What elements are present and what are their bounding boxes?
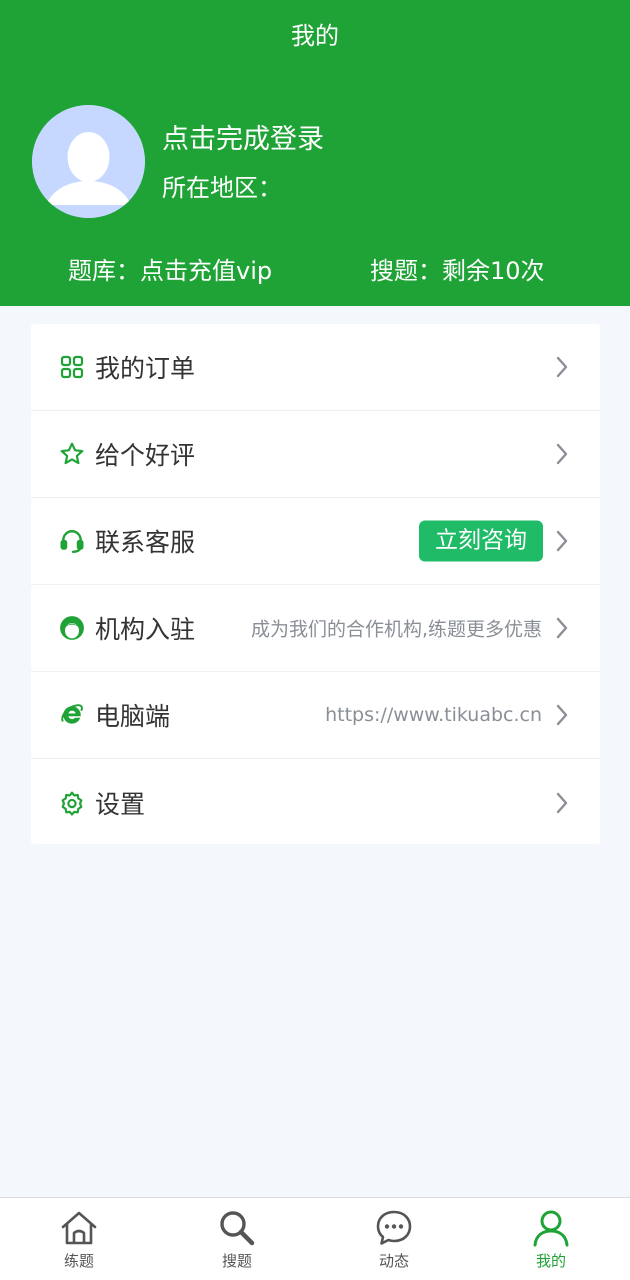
home-icon bbox=[61, 1211, 97, 1245]
menu-item-institution[interactable]: 机构入驻 成为我们的合作机构,练题更多优惠 bbox=[31, 585, 600, 672]
headset-icon bbox=[59, 528, 85, 554]
user-icon bbox=[533, 1210, 569, 1247]
menu-item-label: 我的订单 bbox=[95, 354, 196, 383]
menu-item-orders[interactable]: 我的订单 bbox=[31, 324, 600, 411]
tab-feed[interactable]: 动态 bbox=[315, 1198, 473, 1280]
avatar[interactable] bbox=[32, 105, 145, 218]
chat-icon bbox=[376, 1210, 412, 1245]
menu-item-label: 电脑端 bbox=[95, 702, 171, 731]
menu-item-settings[interactable]: 设置 bbox=[31, 759, 600, 846]
profile-header: 我的 点击完成登录 所在地区： 题库：点击充值vip 搜题：剩余10次 bbox=[0, 0, 630, 306]
tab-label: 练题 bbox=[63, 1252, 94, 1270]
desktop-url[interactable]: https://www.tikuabc.cn bbox=[325, 704, 542, 726]
tab-search[interactable]: 搜题 bbox=[158, 1198, 316, 1280]
tab-label: 动态 bbox=[378, 1252, 409, 1270]
grid-icon bbox=[59, 354, 85, 380]
chevron-right-icon bbox=[556, 356, 568, 378]
person-icon bbox=[59, 615, 85, 641]
tab-label: 搜题 bbox=[221, 1252, 252, 1270]
search-icon bbox=[220, 1211, 255, 1246]
default-avatar-icon bbox=[32, 105, 145, 218]
region-label: 所在地区： bbox=[162, 174, 282, 202]
search-quota: 搜题：剩余10次 bbox=[370, 257, 545, 285]
profile-page: 我的 点击完成登录 所在地区： 题库：点击充值vip 搜题：剩余10次 我的订单… bbox=[0, 0, 630, 1280]
ie-icon bbox=[59, 702, 85, 728]
menu-list: 我的订单 给个好评 联系客服 立刻咨询 机构入驻 成为我们的合作机构,练题更多优… bbox=[31, 324, 600, 844]
login-prompt[interactable]: 点击完成登录 bbox=[162, 120, 324, 160]
consult-now-button[interactable]: 立刻咨询 bbox=[419, 520, 543, 562]
menu-item-desktop[interactable]: 电脑端 https://www.tikuabc.cn bbox=[31, 672, 600, 759]
menu-item-label: 联系客服 bbox=[95, 528, 196, 557]
gear-icon bbox=[59, 790, 85, 816]
bottom-tab-bar: 练题 搜题 动态 我的 bbox=[0, 1197, 630, 1280]
chevron-right-icon bbox=[556, 530, 568, 552]
menu-item-label: 给个好评 bbox=[95, 441, 196, 470]
star-icon bbox=[59, 441, 85, 467]
tab-me[interactable]: 我的 bbox=[472, 1198, 630, 1280]
tab-practice[interactable]: 练题 bbox=[0, 1198, 158, 1280]
page-title: 我的 bbox=[291, 22, 339, 50]
question-bank-vip-link[interactable]: 题库：点击充值vip bbox=[68, 253, 272, 289]
institution-hint: 成为我们的合作机构,练题更多优惠 bbox=[250, 618, 542, 641]
chevron-right-icon bbox=[556, 704, 568, 726]
menu-item-label: 设置 bbox=[95, 789, 146, 819]
tab-label: 我的 bbox=[535, 1252, 566, 1270]
menu-item-label: 机构入驻 bbox=[95, 615, 196, 644]
chevron-right-icon bbox=[556, 443, 568, 465]
menu-item-support[interactable]: 联系客服 立刻咨询 bbox=[31, 498, 600, 585]
chevron-right-icon bbox=[556, 792, 568, 813]
chevron-right-icon bbox=[556, 617, 568, 639]
menu-item-review[interactable]: 给个好评 bbox=[31, 411, 600, 498]
